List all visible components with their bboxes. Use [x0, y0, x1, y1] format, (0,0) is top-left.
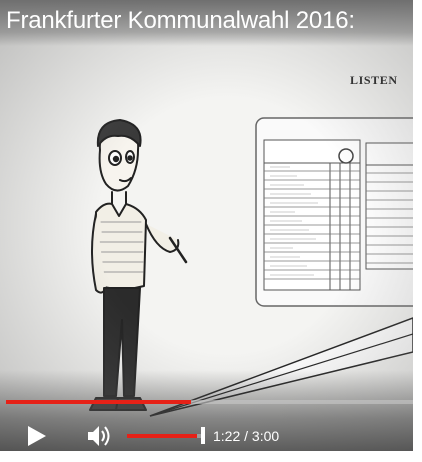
- volume-level: [127, 434, 198, 438]
- time-separator: /: [244, 428, 249, 444]
- character-illustration: [89, 119, 188, 411]
- play-icon[interactable]: [24, 424, 48, 448]
- video-player[interactable]: Frankfurter Kommunalwahl 2016: LISTEN 1:…: [0, 0, 422, 462]
- controls-gradient: [0, 370, 413, 451]
- progress-played: [6, 400, 191, 404]
- duration: 3:00: [251, 428, 280, 444]
- time-display: 1:22 / 3:00: [213, 428, 279, 444]
- video-frame[interactable]: Frankfurter Kommunalwahl 2016: LISTEN 1:…: [0, 0, 413, 451]
- volume-slider[interactable]: [127, 434, 201, 438]
- title-bar: Frankfurter Kommunalwahl 2016:: [0, 0, 413, 46]
- volume-handle[interactable]: [201, 427, 205, 444]
- progress-bar[interactable]: [6, 400, 413, 404]
- volume-icon[interactable]: [86, 424, 112, 448]
- video-title[interactable]: Frankfurter Kommunalwahl 2016:: [6, 7, 355, 35]
- current-time: 1:22: [213, 428, 241, 444]
- scene-heading: LISTEN: [350, 73, 398, 87]
